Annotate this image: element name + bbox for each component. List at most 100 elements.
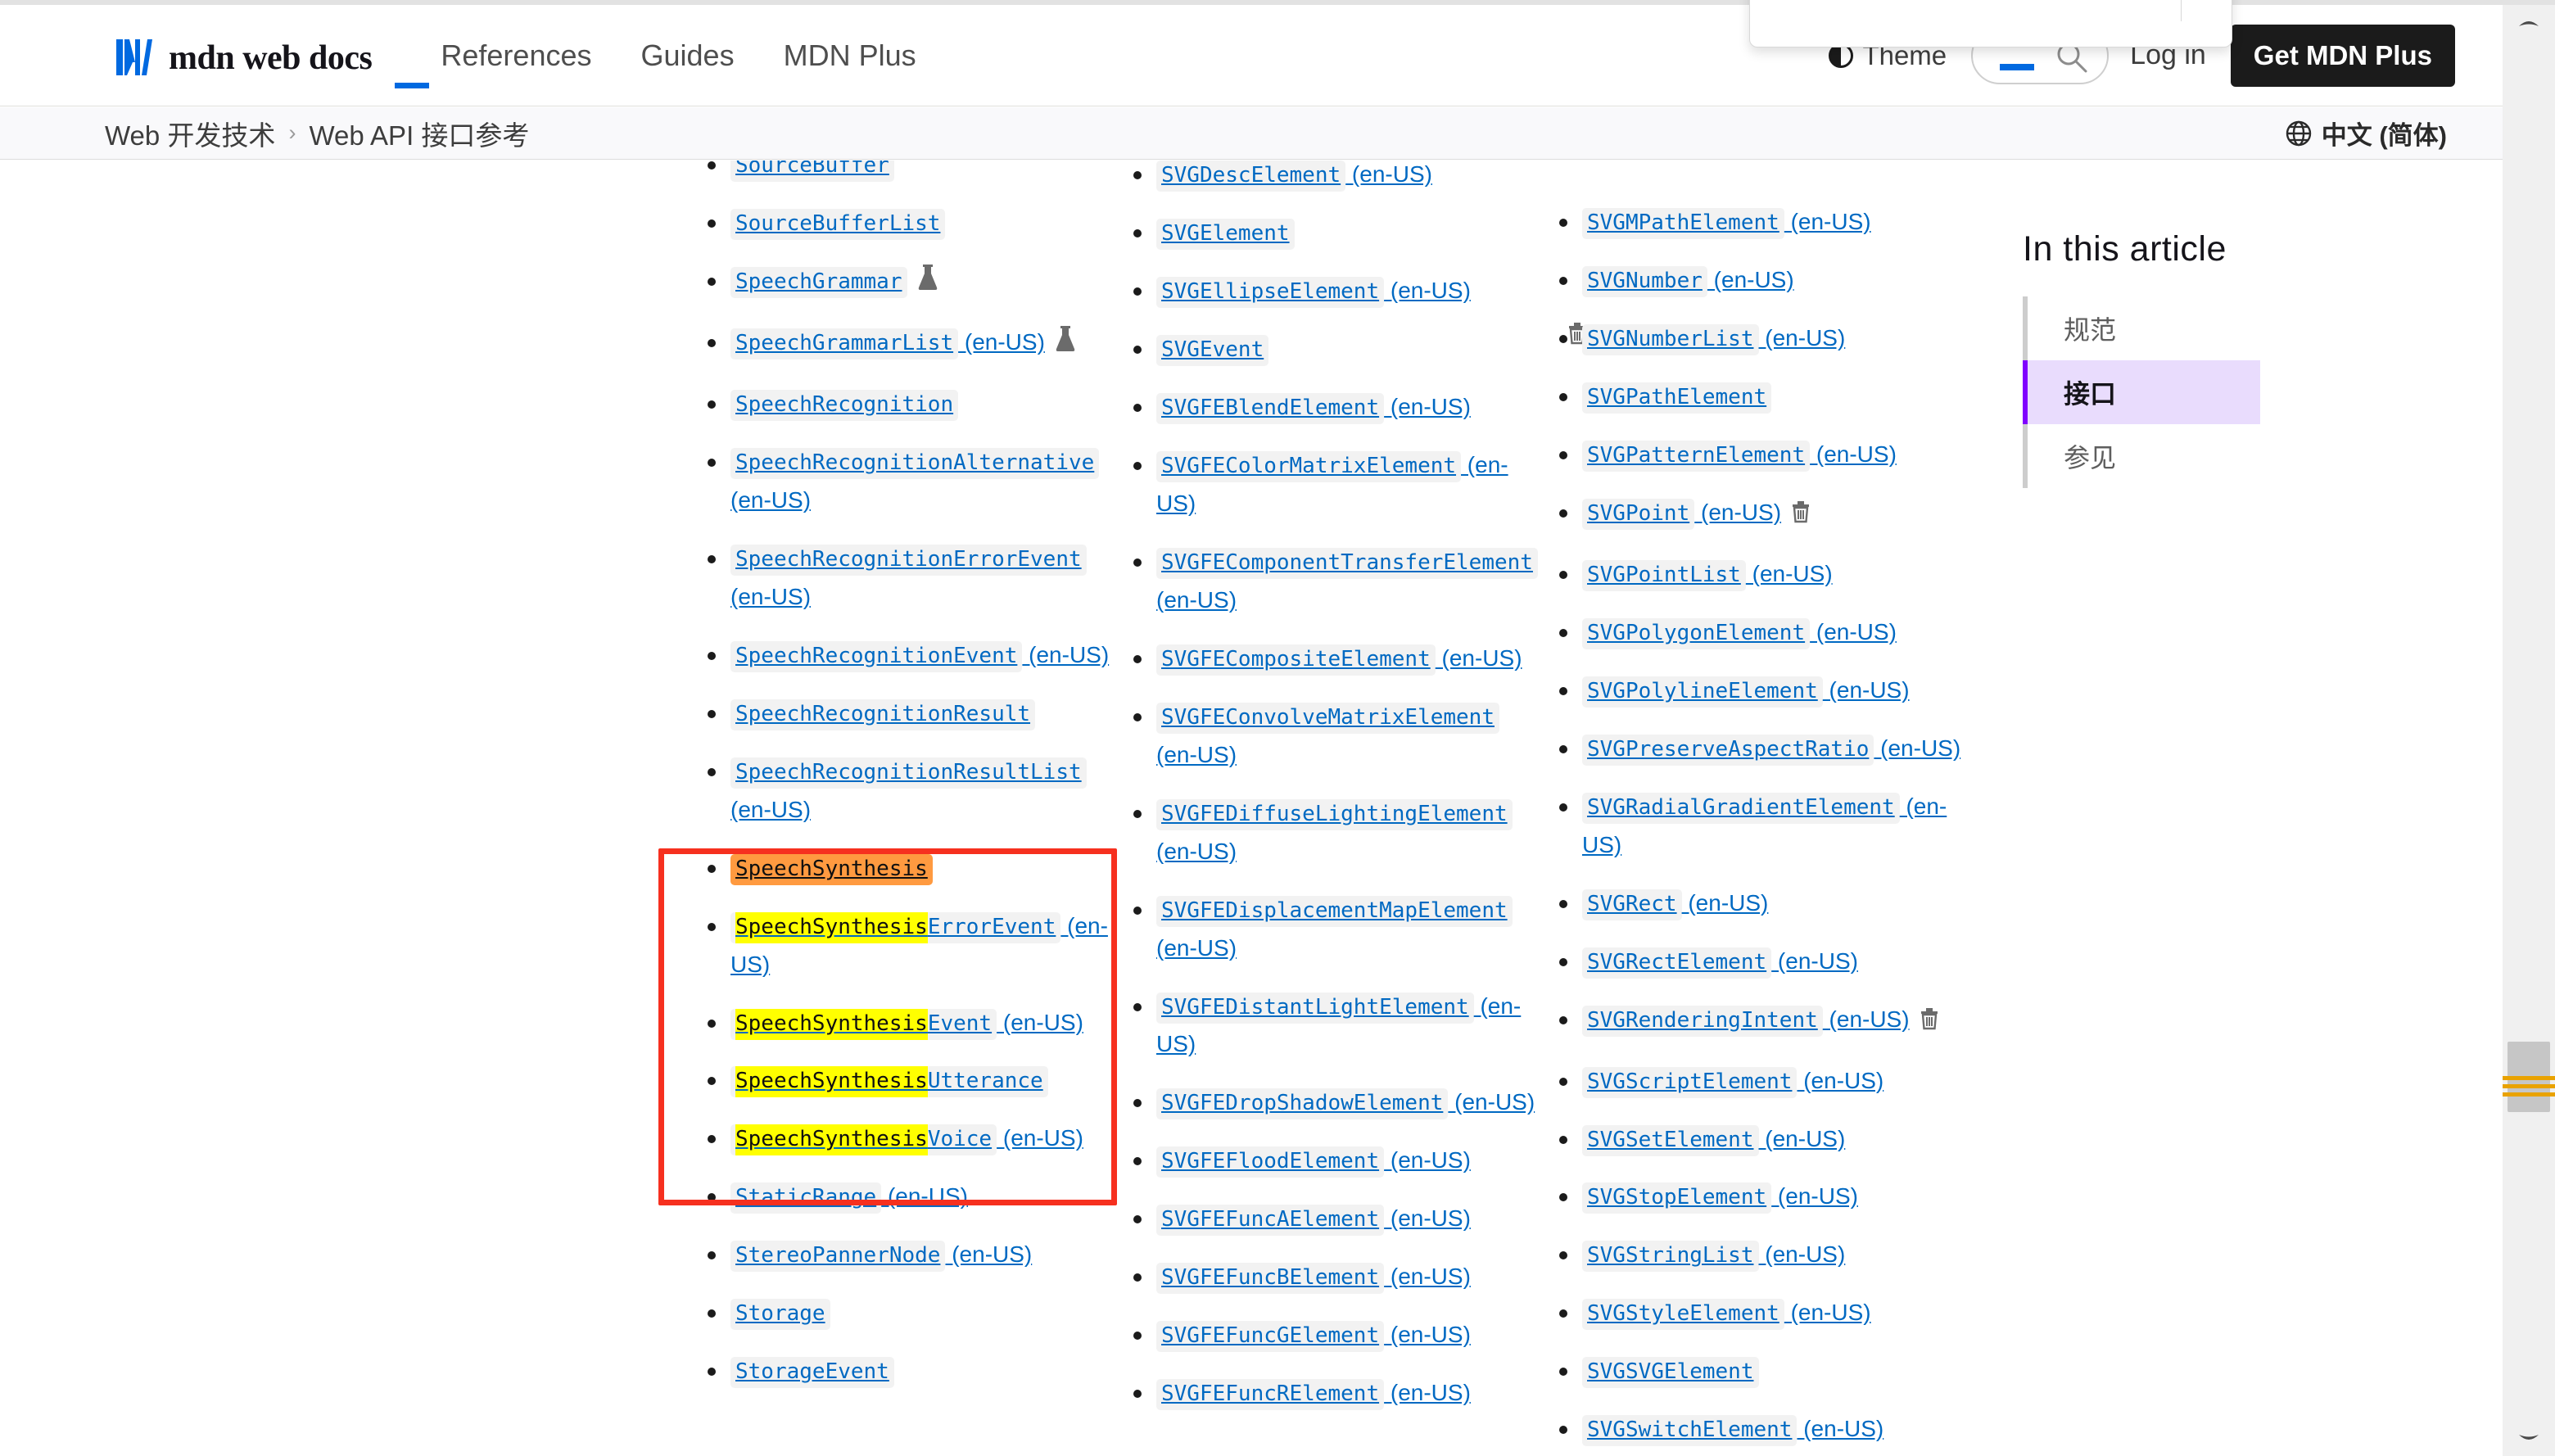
- api-link-StorageEvent[interactable]: StorageEvent: [730, 1357, 894, 1389]
- api-link-SVGMPathElement[interactable]: SVGMPathElement: [1582, 208, 1784, 239]
- api-link-SVGFEDiffuseLightingElement[interactable]: SVGFEDiffuseLightingElement: [1156, 798, 1513, 830]
- locale-suffix-link[interactable]: (en-US): [730, 487, 811, 513]
- api-link-SpeechSynthesis[interactable]: SpeechSynthesis: [730, 853, 933, 885]
- locale-suffix-link[interactable]: (en-US): [1874, 735, 1960, 761]
- api-link-SVGRadialGradientElement[interactable]: SVGRadialGradientElement: [1582, 792, 1900, 824]
- locale-suffix-link[interactable]: (en-US): [1384, 394, 1471, 419]
- get-mdn-plus-button[interactable]: Get MDN Plus: [2230, 24, 2455, 87]
- locale-suffix-link[interactable]: (en-US): [1784, 209, 1871, 234]
- locale-suffix-link[interactable]: (en-US): [1384, 1264, 1471, 1289]
- api-link-SVGFEDropShadowElement[interactable]: SVGFEDropShadowElement: [1156, 1088, 1449, 1120]
- api-link-SVGPolylineElement[interactable]: SVGPolylineElement: [1582, 676, 1823, 708]
- api-link-SpeechRecognitionResultList[interactable]: SpeechRecognitionResultList: [730, 757, 1087, 789]
- locale-suffix-link[interactable]: (en-US): [1682, 890, 1768, 916]
- locale-suffix-link[interactable]: (en-US): [997, 1010, 1083, 1035]
- window-scrollbar[interactable]: [2503, 5, 2555, 1456]
- api-link-SpeechRecognitionAlternative[interactable]: SpeechRecognitionAlternative: [730, 447, 1100, 479]
- api-link-SVGRenderingIntent[interactable]: SVGRenderingIntent: [1582, 1005, 1823, 1037]
- api-link-SVGStringList[interactable]: SVGStringList: [1582, 1241, 1759, 1273]
- locale-suffix-link[interactable]: (en-US): [1384, 1205, 1471, 1231]
- api-link-SVGFECompositeElement[interactable]: SVGFECompositeElement: [1156, 644, 1436, 676]
- locale-suffix-link[interactable]: (en-US): [1384, 1322, 1471, 1347]
- api-link-SVGPolygonElement[interactable]: SVGPolygonElement: [1582, 617, 1811, 649]
- api-link-SpeechRecognitionEvent[interactable]: SpeechRecognitionEvent: [730, 640, 1023, 672]
- scroll-down-arrow-icon[interactable]: [2503, 1425, 2555, 1453]
- api-link-SVGEllipseElement[interactable]: SVGEllipseElement: [1156, 276, 1385, 308]
- locale-suffix-link[interactable]: (en-US): [1384, 278, 1471, 303]
- api-link-SVGFEColorMatrixElement[interactable]: SVGFEColorMatrixElement: [1156, 450, 1462, 482]
- api-link-SpeechGrammarList[interactable]: SpeechGrammarList: [730, 328, 959, 359]
- api-link-SVGFEBlendElement[interactable]: SVGFEBlendElement: [1156, 392, 1385, 424]
- locale-suffix-link[interactable]: (en-US): [881, 1183, 968, 1209]
- api-link-Storage[interactable]: Storage: [730, 1299, 830, 1331]
- api-link-SVGPatternElement[interactable]: SVGPatternElement: [1582, 440, 1811, 472]
- toc-item-see-also[interactable]: 参见: [2023, 424, 2260, 488]
- locale-suffix-link[interactable]: (en-US): [1436, 645, 1522, 671]
- api-link-SVGRect[interactable]: SVGRect: [1582, 889, 1682, 920]
- api-link-SVGSetElement[interactable]: SVGSetElement: [1582, 1124, 1759, 1156]
- breadcrumb-item-web-api[interactable]: Web API 接口参考: [309, 114, 529, 153]
- api-link-SVGNumber[interactable]: SVGNumber: [1582, 265, 1707, 297]
- api-link-SVGFEFuncRElement[interactable]: SVGFEFuncRElement: [1156, 1379, 1385, 1411]
- api-link-SVGElement[interactable]: SVGElement: [1156, 218, 1295, 250]
- api-link-SpeechRecognition[interactable]: SpeechRecognition: [730, 389, 959, 421]
- api-link-SVGRectElement[interactable]: SVGRectElement: [1582, 947, 1772, 979]
- api-link-SVGDescElement[interactable]: SVGDescElement: [1156, 161, 1346, 192]
- toc-item-interfaces[interactable]: 接口: [2023, 360, 2260, 424]
- mdn-logo[interactable]: mdn web docs: [113, 34, 429, 88]
- locale-suffix-link[interactable]: (en-US): [1156, 839, 1237, 864]
- locale-suffix-link[interactable]: (en-US): [1759, 325, 1845, 350]
- locale-suffix-link[interactable]: (en-US): [997, 1125, 1083, 1151]
- locale-suffix-link[interactable]: (en-US): [958, 329, 1045, 355]
- api-link-SVGSVGElement[interactable]: SVGSVGElement: [1582, 1357, 1759, 1389]
- api-link-SVGStyleElement[interactable]: SVGStyleElement: [1582, 1299, 1784, 1331]
- api-link-SpeechSynthesisUtterance[interactable]: SpeechSynthesisUtterance: [730, 1066, 1048, 1098]
- locale-suffix-link[interactable]: (en-US): [730, 797, 811, 822]
- api-link-SVGNumberList[interactable]: SVGNumberList: [1582, 323, 1759, 355]
- locale-suffix-link[interactable]: (en-US): [1771, 1183, 1858, 1209]
- search-dropdown-panel[interactable]: [1749, 0, 2232, 47]
- api-link-SourceBuffer[interactable]: SourceBuffer: [730, 161, 894, 182]
- locale-suffix-link[interactable]: (en-US): [1810, 441, 1897, 467]
- api-link-StaticRange[interactable]: StaticRange: [730, 1182, 882, 1214]
- locale-suffix-link[interactable]: (en-US): [1797, 1416, 1883, 1441]
- api-link-SpeechSynthesisEvent[interactable]: SpeechSynthesisEvent: [730, 1008, 997, 1040]
- api-link-SVGPreserveAspectRatio[interactable]: SVGPreserveAspectRatio: [1582, 734, 1874, 766]
- api-link-SpeechRecognitionResult[interactable]: SpeechRecognitionResult: [730, 699, 1036, 730]
- locale-suffix-link[interactable]: (en-US): [1823, 677, 1910, 703]
- nav-item-references[interactable]: References: [441, 38, 591, 73]
- locale-suffix-link[interactable]: (en-US): [1384, 1380, 1471, 1405]
- api-link-SVGPathElement[interactable]: SVGPathElement: [1582, 382, 1772, 414]
- breadcrumb-item-web-tech[interactable]: Web 开发技术: [105, 114, 275, 153]
- locale-suffix-link[interactable]: (en-US): [1022, 642, 1109, 667]
- api-link-SpeechSynthesisErrorEvent[interactable]: SpeechSynthesisErrorEvent: [730, 911, 1061, 943]
- api-link-SVGFEFuncAElement[interactable]: SVGFEFuncAElement: [1156, 1205, 1385, 1237]
- api-link-SVGPointList[interactable]: SVGPointList: [1582, 559, 1746, 591]
- locale-suffix-link[interactable]: (en-US): [1156, 587, 1237, 613]
- language-selector[interactable]: 中文 (简体): [2285, 115, 2447, 151]
- locale-suffix-link[interactable]: (en-US): [1810, 619, 1897, 644]
- nav-item-mdn-plus[interactable]: MDN Plus: [784, 38, 916, 73]
- api-link-SVGFEDisplacementMapElement[interactable]: SVGFEDisplacementMapElement: [1156, 895, 1513, 927]
- api-link-SpeechGrammar[interactable]: SpeechGrammar: [730, 266, 907, 298]
- locale-suffix-link[interactable]: (en-US): [1759, 1126, 1845, 1151]
- api-link-SpeechSynthesisVoice[interactable]: SpeechSynthesisVoice: [730, 1124, 997, 1156]
- locale-suffix-link[interactable]: (en-US): [1771, 948, 1858, 974]
- scroll-up-arrow-icon[interactable]: [2503, 8, 2555, 36]
- locale-suffix-link[interactable]: (en-US): [1448, 1089, 1535, 1115]
- api-link-SourceBufferList[interactable]: SourceBufferList: [730, 208, 946, 240]
- locale-suffix-link[interactable]: (en-US): [1797, 1068, 1883, 1093]
- api-link-SVGFEFuncBElement[interactable]: SVGFEFuncBElement: [1156, 1263, 1385, 1295]
- api-link-SVGFEDistantLightElement[interactable]: SVGFEDistantLightElement: [1156, 992, 1474, 1024]
- toc-item-specs[interactable]: 规范: [2023, 296, 2260, 360]
- api-link-SpeechRecognitionErrorEvent[interactable]: SpeechRecognitionErrorEvent: [730, 544, 1087, 576]
- locale-suffix-link[interactable]: (en-US): [1156, 742, 1237, 767]
- locale-suffix-link[interactable]: (en-US): [1784, 1300, 1871, 1325]
- locale-suffix-link[interactable]: (en-US): [1694, 500, 1781, 525]
- api-link-SVGPoint[interactable]: SVGPoint: [1582, 498, 1695, 530]
- locale-suffix-link[interactable]: (en-US): [730, 584, 811, 609]
- locale-suffix-link[interactable]: (en-US): [1156, 935, 1237, 961]
- api-link-SVGStopElement[interactable]: SVGStopElement: [1582, 1182, 1772, 1214]
- locale-suffix-link[interactable]: (en-US): [1384, 1147, 1471, 1173]
- locale-suffix-link[interactable]: (en-US): [945, 1241, 1032, 1267]
